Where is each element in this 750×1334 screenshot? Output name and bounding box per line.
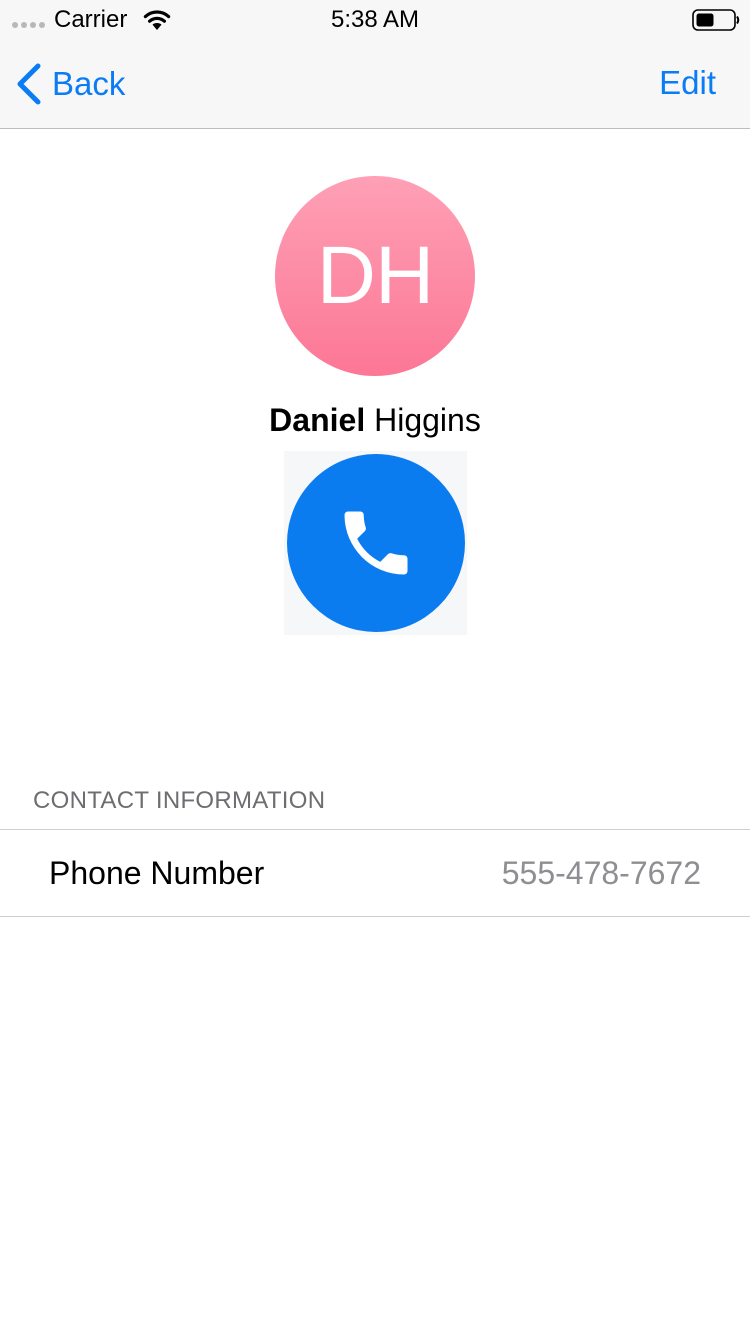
edit-button[interactable]: Edit — [659, 64, 716, 102]
avatar: DH — [275, 176, 475, 376]
call-button[interactable] — [284, 451, 467, 635]
phone-icon — [344, 511, 408, 575]
back-label: Back — [52, 65, 126, 102]
section-header: CONTACT INFORMATION — [33, 787, 326, 814]
battery-icon — [692, 9, 740, 31]
clock: 5:38 AM — [330, 6, 420, 33]
navigation-bar: Back Edit — [0, 40, 750, 129]
phone-number-row[interactable]: Phone Number 555-478-7672 — [0, 829, 750, 917]
call-button-circle[interactable] — [287, 454, 465, 632]
phone-number-label: Phone Number — [49, 855, 265, 891]
contact-name: Daniel Higgins — [0, 400, 750, 440]
avatar-initials: DH — [316, 230, 434, 321]
back-button[interactable]: Back — [14, 60, 125, 108]
status-bar: Carrier 5:38 AM — [0, 0, 750, 40]
phone-number-value: 555-478-7672 — [501, 855, 701, 891]
last-name: Higgins — [374, 402, 481, 438]
chevron-left-icon — [17, 63, 41, 105]
first-name: Daniel — [269, 402, 366, 438]
